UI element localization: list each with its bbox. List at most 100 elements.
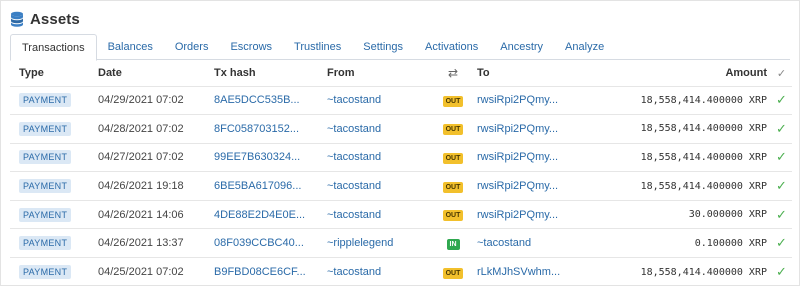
tab-analyze[interactable]: Analyze bbox=[554, 34, 615, 60]
from-account-link[interactable]: ~tacostand bbox=[318, 171, 438, 201]
amount-cell: 18,558,414.400000 XRP bbox=[568, 171, 771, 201]
column-header-hash[interactable]: Tx hash bbox=[205, 61, 318, 86]
table-row[interactable]: PAYMENT 04/27/2021 07:02 99EE7B630324...… bbox=[10, 142, 792, 172]
from-account-link[interactable]: ~tacostand bbox=[318, 142, 438, 172]
from-account-link[interactable]: ~tacostand bbox=[318, 85, 438, 115]
to-account-link[interactable]: ~tacostand bbox=[468, 228, 568, 258]
validated-check-icon: ✓ bbox=[771, 171, 792, 201]
amount-cell: 30.000000 XRP bbox=[568, 199, 771, 229]
type-badge: PAYMENT bbox=[19, 93, 72, 108]
to-account-link[interactable]: rwsiRpi2PQmy... bbox=[468, 114, 568, 144]
date-cell: 04/26/2021 19:18 bbox=[89, 171, 205, 201]
table-row[interactable]: PAYMENT 04/25/2021 07:02 B9FBD08CE6CF...… bbox=[10, 257, 792, 286]
direction-cell: OUT bbox=[438, 171, 468, 201]
column-header-type[interactable]: Type bbox=[10, 61, 89, 86]
amount-cell: 18,558,414.400000 XRP bbox=[568, 142, 771, 172]
date-cell: 04/27/2021 07:02 bbox=[89, 142, 205, 172]
tx-hash-link[interactable]: 6BE5BA617096... bbox=[205, 171, 318, 201]
direction-badge: OUT bbox=[442, 267, 464, 279]
date-cell: 04/26/2021 14:06 bbox=[89, 199, 205, 229]
type-cell: PAYMENT bbox=[10, 257, 89, 286]
tab-activations[interactable]: Activations bbox=[414, 34, 489, 60]
tab-transactions[interactable]: Transactions bbox=[10, 34, 97, 61]
validated-check-icon: ✓ bbox=[771, 257, 792, 286]
direction-badge: OUT bbox=[442, 210, 464, 222]
table-row[interactable]: PAYMENT 04/26/2021 19:18 6BE5BA617096...… bbox=[10, 171, 792, 201]
date-cell: 04/26/2021 13:37 bbox=[89, 228, 205, 258]
direction-cell: OUT bbox=[438, 85, 468, 115]
to-account-link[interactable]: rwsiRpi2PQmy... bbox=[468, 199, 568, 229]
to-account-link[interactable]: rwsiRpi2PQmy... bbox=[468, 171, 568, 201]
from-account-link[interactable]: ~ripplelegend bbox=[318, 228, 438, 258]
direction-badge: IN bbox=[446, 238, 460, 250]
table-row[interactable]: PAYMENT 04/28/2021 07:02 8FC058703152...… bbox=[10, 114, 792, 144]
direction-cell: OUT bbox=[438, 199, 468, 229]
swap-direction-icon[interactable]: ⇄ bbox=[438, 61, 468, 86]
validated-check-icon: ✓ bbox=[771, 199, 792, 229]
amount-cell: 18,558,414.400000 XRP bbox=[568, 114, 771, 144]
to-account-link[interactable]: rwsiRpi2PQmy... bbox=[468, 85, 568, 115]
transactions-table: Type Date Tx hash From ⇄ To Amount ✓ PAY… bbox=[10, 61, 792, 286]
from-account-link[interactable]: ~tacostand bbox=[318, 199, 438, 229]
direction-badge: OUT bbox=[442, 124, 464, 136]
table-row[interactable]: PAYMENT 04/26/2021 13:37 08F039CCBC40...… bbox=[10, 228, 792, 258]
column-header-to[interactable]: To bbox=[468, 61, 568, 86]
assets-panel: Assets Transactions Balances Orders Escr… bbox=[0, 0, 800, 286]
tx-hash-link[interactable]: 8AE5DCC535B... bbox=[205, 85, 318, 115]
type-cell: PAYMENT bbox=[10, 228, 89, 258]
table-row[interactable]: PAYMENT 04/26/2021 14:06 4DE88E2D4E0E...… bbox=[10, 199, 792, 229]
direction-badge: OUT bbox=[442, 181, 464, 193]
panel-header: Assets bbox=[10, 9, 80, 29]
direction-badge: OUT bbox=[442, 152, 464, 164]
type-badge: PAYMENT bbox=[19, 265, 72, 280]
type-cell: PAYMENT bbox=[10, 171, 89, 201]
type-cell: PAYMENT bbox=[10, 114, 89, 144]
from-account-link[interactable]: ~tacostand bbox=[318, 114, 438, 144]
type-cell: PAYMENT bbox=[10, 85, 89, 115]
direction-cell: OUT bbox=[438, 257, 468, 286]
tx-hash-link[interactable]: B9FBD08CE6CF... bbox=[205, 257, 318, 286]
direction-cell: OUT bbox=[438, 114, 468, 144]
type-cell: PAYMENT bbox=[10, 199, 89, 229]
date-cell: 04/25/2021 07:02 bbox=[89, 257, 205, 286]
tab-settings[interactable]: Settings bbox=[352, 34, 414, 60]
direction-cell: IN bbox=[438, 228, 468, 258]
panel-title: Assets bbox=[30, 10, 80, 28]
validated-check-icon: ✓ bbox=[771, 85, 792, 115]
direction-badge: OUT bbox=[442, 95, 464, 107]
amount-cell: 0.100000 XRP bbox=[568, 228, 771, 258]
amount-cell: 18,558,414.400000 XRP bbox=[568, 257, 771, 286]
tab-escrows[interactable]: Escrows bbox=[219, 34, 283, 60]
tab-ancestry[interactable]: Ancestry bbox=[489, 34, 554, 60]
tx-hash-link[interactable]: 8FC058703152... bbox=[205, 114, 318, 144]
type-badge: PAYMENT bbox=[19, 236, 72, 251]
type-badge: PAYMENT bbox=[19, 207, 72, 222]
validated-check-icon: ✓ bbox=[771, 114, 792, 144]
validated-check-icon: ✓ bbox=[771, 142, 792, 172]
tab-orders[interactable]: Orders bbox=[164, 34, 220, 60]
column-header-from[interactable]: From bbox=[318, 61, 438, 86]
tab-balances[interactable]: Balances bbox=[97, 34, 164, 60]
type-badge: PAYMENT bbox=[19, 121, 72, 136]
to-account-link[interactable]: rLkMJhSVwhm... bbox=[468, 257, 568, 286]
tab-bar: Transactions Balances Orders Escrows Tru… bbox=[10, 34, 790, 61]
tx-hash-link[interactable]: 99EE7B630324... bbox=[205, 142, 318, 172]
to-account-link[interactable]: rwsiRpi2PQmy... bbox=[468, 142, 568, 172]
type-cell: PAYMENT bbox=[10, 142, 89, 172]
column-header-amount[interactable]: Amount bbox=[568, 61, 771, 86]
table-row[interactable]: PAYMENT 04/29/2021 07:02 8AE5DCC535B... … bbox=[10, 85, 792, 115]
date-cell: 04/29/2021 07:02 bbox=[89, 85, 205, 115]
tx-hash-link[interactable]: 08F039CCBC40... bbox=[205, 228, 318, 258]
amount-cell: 18,558,414.400000 XRP bbox=[568, 85, 771, 115]
type-badge: PAYMENT bbox=[19, 179, 72, 194]
table-header-row: Type Date Tx hash From ⇄ To Amount ✓ bbox=[10, 61, 792, 86]
from-account-link[interactable]: ~tacostand bbox=[318, 257, 438, 286]
column-header-date[interactable]: Date bbox=[89, 61, 205, 86]
direction-cell: OUT bbox=[438, 142, 468, 172]
type-badge: PAYMENT bbox=[19, 150, 72, 165]
database-icon bbox=[11, 11, 23, 27]
tx-hash-link[interactable]: 4DE88E2D4E0E... bbox=[205, 199, 318, 229]
validated-check-icon: ✓ bbox=[771, 228, 792, 258]
check-header-icon: ✓ bbox=[776, 67, 787, 80]
tab-trustlines[interactable]: Trustlines bbox=[283, 34, 352, 60]
